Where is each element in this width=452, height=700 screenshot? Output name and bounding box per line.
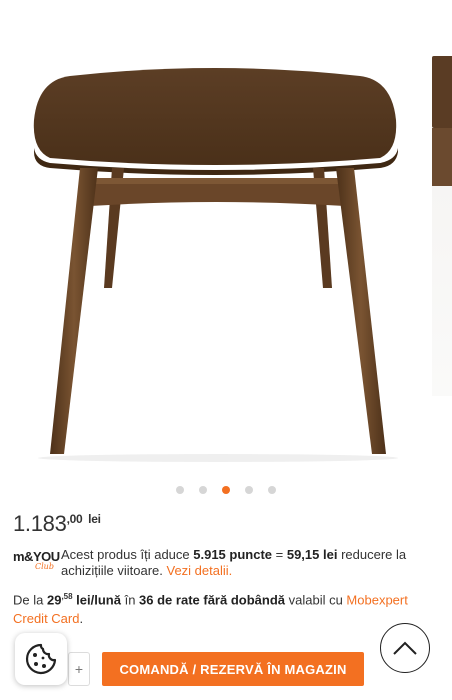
installment-info: De la 29,58 lei/lună în 36 de rate fără …	[13, 592, 408, 627]
gallery-dot[interactable]	[268, 486, 276, 494]
cookie-settings-button[interactable]	[15, 633, 67, 685]
order-reserve-button[interactable]: COMANDĂ / REZERVĂ ÎN MAGAZIN	[102, 652, 364, 686]
price-decimals: ,00	[66, 512, 83, 526]
cookie-icon	[25, 643, 57, 675]
gallery-dot[interactable]	[245, 486, 253, 494]
product-image-gallery[interactable]	[0, 0, 452, 470]
product-image	[33, 68, 398, 462]
loyalty-points-info: m&YOU Club Acest produs îți aduce 5.915 …	[13, 547, 443, 579]
quantity-plus-button[interactable]: +	[68, 652, 90, 686]
myou-club-logo: m&YOU Club	[13, 549, 60, 571]
next-image-peek	[432, 56, 452, 396]
gallery-pagination	[0, 486, 452, 494]
chevron-up-icon	[393, 641, 417, 655]
price-currency: lei	[88, 512, 101, 526]
gallery-dot[interactable]	[176, 486, 184, 494]
product-price: 1.183,00 lei	[13, 511, 101, 537]
scroll-to-top-button[interactable]	[380, 623, 430, 673]
gallery-dot-active[interactable]	[222, 486, 230, 494]
price-integer: 1.183	[13, 511, 67, 536]
details-link[interactable]: Vezi detalii.	[167, 563, 233, 578]
loyalty-points-text: Acest produs îți aduce 5.915 puncte = 59…	[61, 547, 407, 578]
gallery-dot[interactable]	[199, 486, 207, 494]
